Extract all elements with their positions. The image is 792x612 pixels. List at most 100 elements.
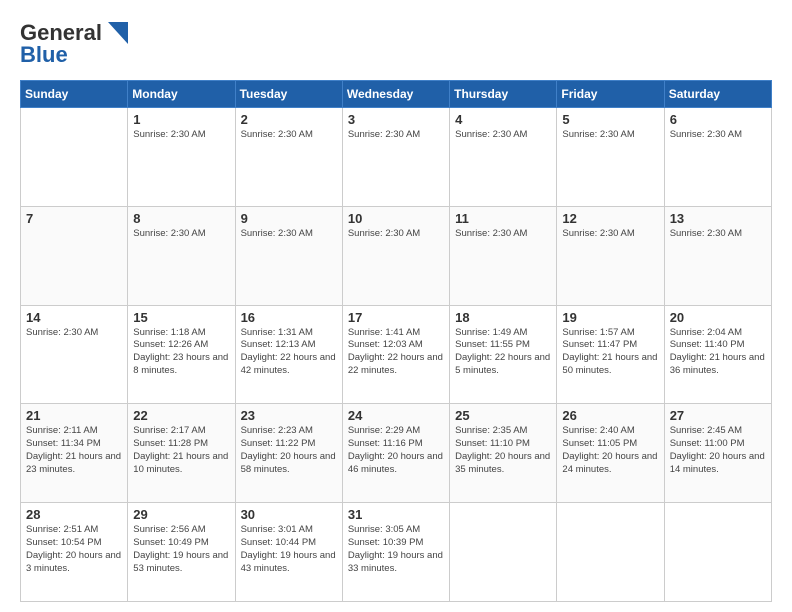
day-number: 23 xyxy=(241,408,337,423)
week-row-3: 21 Sunrise: 2:11 AMSunset: 11:34 PMDaylig… xyxy=(21,404,772,503)
day-cell: 23 Sunrise: 2:23 AMSunset: 11:22 PMDaylig… xyxy=(235,404,342,503)
day-number: 10 xyxy=(348,211,444,226)
day-cell: 18 Sunrise: 1:49 AMSunset: 11:55 PMDaylig… xyxy=(450,305,557,404)
day-cell xyxy=(664,503,771,602)
weekday-header-monday: Monday xyxy=(128,81,235,108)
weekday-header-thursday: Thursday xyxy=(450,81,557,108)
weekday-header-tuesday: Tuesday xyxy=(235,81,342,108)
day-cell: 26Sunrise: 2:40 AMSunset: 11:05 PMDaylig… xyxy=(557,404,664,503)
day-cell: 19Sunrise: 1:57 AMSunset: 11:47 PMDaylig… xyxy=(557,305,664,404)
day-number: 27 xyxy=(670,408,766,423)
day-number: 21 xyxy=(26,408,122,423)
day-cell: 5 Sunrise: 2:30 AM xyxy=(557,108,664,207)
day-cell: 7 xyxy=(21,206,128,305)
day-info: Sunrise: 2:04 AMSunset: 11:40 PMDaylight… xyxy=(670,327,766,378)
day-info: Sunrise: 2:30 AM xyxy=(670,129,766,142)
day-info: Sunrise: 1:18 AMSunset: 12:26 AMDaylight… xyxy=(133,327,229,378)
day-info: Sunrise: 2:30 AM xyxy=(562,129,658,142)
day-info: Sunrise: 2:30 AM xyxy=(241,129,337,142)
day-number: 2 xyxy=(241,112,337,127)
day-info: Sunrise: 2:30 AM xyxy=(133,129,229,142)
day-number: 16 xyxy=(241,310,337,325)
day-info: Sunrise: 2:17 AMSunset: 11:28 PMDaylight… xyxy=(133,425,229,476)
day-cell: 1 Sunrise: 2:30 AM xyxy=(128,108,235,207)
week-row-0: 1 Sunrise: 2:30 AM 2 Sunrise: 2:30 AM 3 Sunri… xyxy=(21,108,772,207)
calendar-header-row: SundayMondayTuesdayWednesdayThursdayFrid… xyxy=(21,81,772,108)
day-number: 5 xyxy=(562,112,658,127)
day-cell xyxy=(557,503,664,602)
day-info: Sunrise: 3:01 AMSunset: 10:44 PMDaylight… xyxy=(241,524,337,575)
logo: General Blue xyxy=(20,20,128,68)
day-number: 13 xyxy=(670,211,766,226)
week-row-4: 28Sunrise: 2:51 AMSunset: 10:54 PMDaylig… xyxy=(21,503,772,602)
day-info: Sunrise: 2:30 AM xyxy=(562,228,658,241)
day-number: 20 xyxy=(670,310,766,325)
day-info: Sunrise: 2:51 AMSunset: 10:54 PMDaylight… xyxy=(26,524,122,575)
day-number: 29 xyxy=(133,507,229,522)
logo-flag-icon xyxy=(102,22,128,44)
day-number: 17 xyxy=(348,310,444,325)
calendar: SundayMondayTuesdayWednesdayThursdayFrid… xyxy=(20,80,772,602)
logo-blue-text: Blue xyxy=(20,42,68,68)
day-cell xyxy=(21,108,128,207)
day-number: 6 xyxy=(670,112,766,127)
day-number: 18 xyxy=(455,310,551,325)
day-cell: 12 Sunrise: 2:30 AM xyxy=(557,206,664,305)
day-info: Sunrise: 3:05 AMSunset: 10:39 PMDaylight… xyxy=(348,524,444,575)
day-cell: 8Sunrise: 2:30 AM xyxy=(128,206,235,305)
day-cell: 10 Sunrise: 2:30 AM xyxy=(342,206,449,305)
day-info: Sunrise: 2:23 AMSunset: 11:22 PMDaylight… xyxy=(241,425,337,476)
day-info: Sunrise: 2:30 AM xyxy=(455,228,551,241)
day-cell: 16 Sunrise: 1:31 AMSunset: 12:13 AMDaylig… xyxy=(235,305,342,404)
day-number: 25 xyxy=(455,408,551,423)
day-cell: 2 Sunrise: 2:30 AM xyxy=(235,108,342,207)
day-number: 11 xyxy=(455,211,551,226)
day-number: 15 xyxy=(133,310,229,325)
day-info: Sunrise: 2:45 AMSunset: 11:00 PMDaylight… xyxy=(670,425,766,476)
weekday-header-sunday: Sunday xyxy=(21,81,128,108)
day-cell xyxy=(450,503,557,602)
day-number: 30 xyxy=(241,507,337,522)
day-number: 7 xyxy=(26,211,122,226)
day-info: Sunrise: 2:30 AM xyxy=(241,228,337,241)
day-cell: 20 Sunrise: 2:04 AMSunset: 11:40 PMDaylig… xyxy=(664,305,771,404)
day-cell: 9 Sunrise: 2:30 AM xyxy=(235,206,342,305)
day-info: Sunrise: 2:40 AMSunset: 11:05 PMDaylight… xyxy=(562,425,658,476)
header: General Blue xyxy=(20,20,772,68)
week-row-2: 14Sunrise: 2:30 AM 15 Sunrise: 1:18 AMSuns… xyxy=(21,305,772,404)
day-info: Sunrise: 1:57 AMSunset: 11:47 PMDaylight… xyxy=(562,327,658,378)
day-cell: 13 Sunrise: 2:30 AM xyxy=(664,206,771,305)
day-info: Sunrise: 2:30 AM xyxy=(348,228,444,241)
day-info: Sunrise: 2:30 AM xyxy=(670,228,766,241)
day-cell: 14Sunrise: 2:30 AM xyxy=(21,305,128,404)
day-cell: 21 Sunrise: 2:11 AMSunset: 11:34 PMDaylig… xyxy=(21,404,128,503)
day-number: 22 xyxy=(133,408,229,423)
weekday-header-friday: Friday xyxy=(557,81,664,108)
day-cell: 29Sunrise: 2:56 AMSunset: 10:49 PMDaylig… xyxy=(128,503,235,602)
day-number: 12 xyxy=(562,211,658,226)
day-cell: 15 Sunrise: 1:18 AMSunset: 12:26 AMDaylig… xyxy=(128,305,235,404)
day-number: 9 xyxy=(241,211,337,226)
day-number: 1 xyxy=(133,112,229,127)
day-number: 24 xyxy=(348,408,444,423)
logo-container: General Blue xyxy=(20,20,128,68)
day-cell: 25Sunrise: 2:35 AMSunset: 11:10 PMDaylig… xyxy=(450,404,557,503)
day-info: Sunrise: 2:30 AM xyxy=(348,129,444,142)
day-cell: 31 Sunrise: 3:05 AMSunset: 10:39 PMDaylig… xyxy=(342,503,449,602)
weekday-header-wednesday: Wednesday xyxy=(342,81,449,108)
day-cell: 17Sunrise: 1:41 AMSunset: 12:03 AMDaylig… xyxy=(342,305,449,404)
day-cell: 28Sunrise: 2:51 AMSunset: 10:54 PMDaylig… xyxy=(21,503,128,602)
weekday-header-saturday: Saturday xyxy=(664,81,771,108)
day-number: 3 xyxy=(348,112,444,127)
day-cell: 30 Sunrise: 3:01 AMSunset: 10:44 PMDaylig… xyxy=(235,503,342,602)
day-info: Sunrise: 2:11 AMSunset: 11:34 PMDaylight… xyxy=(26,425,122,476)
day-cell: 3 Sunrise: 2:30 AM xyxy=(342,108,449,207)
day-info: Sunrise: 1:31 AMSunset: 12:13 AMDaylight… xyxy=(241,327,337,378)
day-info: Sunrise: 1:49 AMSunset: 11:55 PMDaylight… xyxy=(455,327,551,378)
day-cell: 11 Sunrise: 2:30 AM xyxy=(450,206,557,305)
day-cell: 27 Sunrise: 2:45 AMSunset: 11:00 PMDaylig… xyxy=(664,404,771,503)
day-number: 4 xyxy=(455,112,551,127)
day-number: 31 xyxy=(348,507,444,522)
day-cell: 4Sunrise: 2:30 AM xyxy=(450,108,557,207)
day-number: 14 xyxy=(26,310,122,325)
